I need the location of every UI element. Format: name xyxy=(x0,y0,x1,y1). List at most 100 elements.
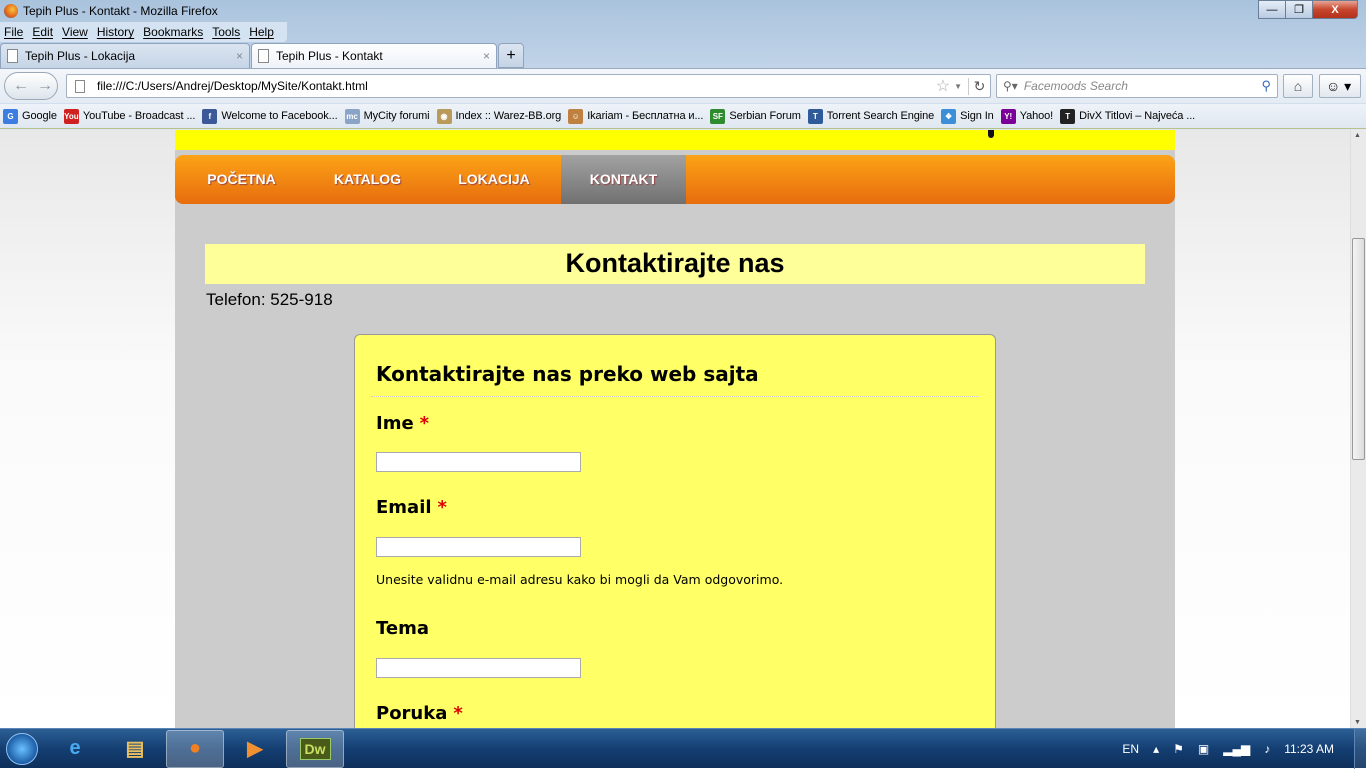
page-viewport: POČETNA KATALOG LOKACIJA KONTAKT Kontakt… xyxy=(0,130,1350,728)
vertical-scrollbar[interactable]: ▲ ▼ xyxy=(1350,130,1366,728)
search-input[interactable]: Facemoods Search xyxy=(1024,79,1262,93)
ikariam-icon: ☺ xyxy=(568,108,584,124)
internet-explorer-icon[interactable]: e xyxy=(46,730,104,768)
new-tab-button[interactable]: + xyxy=(498,43,524,68)
bookmark-item[interactable]: You YouTube - Broadcast ... xyxy=(63,108,196,124)
title-bar: Tepih Plus - Kontakt - Mozilla Firefox —… xyxy=(0,0,1366,22)
bookmark-label: Torrent Search Engine xyxy=(826,110,935,122)
maximize-button[interactable]: ❐ xyxy=(1285,0,1312,19)
tab-label: Tepih Plus - Lokacija xyxy=(25,49,136,63)
bookmark-label: Serbian Forum xyxy=(729,110,801,122)
bookmark-item[interactable]: ☺ Ikariam - Бесплатна и... xyxy=(568,108,704,124)
bookmark-label: Sign In xyxy=(960,110,994,122)
nav-kontakt[interactable]: KONTAKT xyxy=(561,155,686,204)
menu-history[interactable]: History xyxy=(97,25,134,39)
bookmark-item[interactable]: T Torrent Search Engine xyxy=(807,108,935,124)
bookmark-star-icon[interactable]: ☆ xyxy=(936,76,950,96)
tab-kontakt[interactable]: Tepih Plus - Kontakt × xyxy=(251,43,497,68)
minimize-button[interactable]: — xyxy=(1258,0,1285,19)
tab-close-icon[interactable]: × xyxy=(236,49,243,63)
bookmark-item[interactable]: SF Serbian Forum xyxy=(710,108,801,124)
firefox-taskbar-icon[interactable]: ● xyxy=(166,729,224,768)
bookmark-item[interactable]: T DivX Titlovi – Najveća ... xyxy=(1060,108,1195,124)
subject-label: Tema xyxy=(376,618,429,639)
close-button[interactable]: X xyxy=(1312,0,1358,19)
site-banner xyxy=(175,130,1175,150)
menu-bookmarks[interactable]: Bookmarks xyxy=(143,25,203,39)
network-icon[interactable]: ▂▄▆ xyxy=(1223,742,1250,756)
email-field[interactable] xyxy=(376,537,581,557)
back-arrow-icon[interactable]: ← xyxy=(13,77,29,95)
windows-explorer-icon[interactable]: ▤ xyxy=(106,730,164,768)
bookmark-item[interactable]: f Welcome to Facebook... xyxy=(202,108,338,124)
scroll-up-icon[interactable]: ▲ xyxy=(1354,132,1361,139)
yahoo-icon: Y! xyxy=(1000,108,1016,124)
menu-view[interactable]: View xyxy=(62,25,88,39)
media-player-icon[interactable]: ▶ xyxy=(226,730,284,768)
banner-graphic xyxy=(988,130,994,138)
language-indicator[interactable]: EN xyxy=(1122,742,1139,756)
torrentz-icon: T xyxy=(807,108,823,124)
bookmark-item[interactable]: ◉ Index :: Warez-BB.org xyxy=(436,108,561,124)
menu-help[interactable]: Help xyxy=(249,25,274,39)
power-icon[interactable]: ▣ xyxy=(1198,742,1209,756)
nav-katalog[interactable]: KATALOG xyxy=(308,155,427,204)
navigation-toolbar: ← → file:///C:/Users/Andrej/Desktop/MySi… xyxy=(0,68,1366,103)
search-icon[interactable]: ⚲ xyxy=(1261,78,1271,94)
tab-lokacija[interactable]: Tepih Plus - Lokacija × xyxy=(0,43,250,68)
bookmark-label: Welcome to Facebook... xyxy=(221,110,338,122)
forward-arrow-icon[interactable]: → xyxy=(37,77,53,95)
mycity-icon: mc xyxy=(344,108,360,124)
divx-icon: T xyxy=(1060,108,1076,124)
tab-close-icon[interactable]: × xyxy=(483,49,490,63)
bookmark-item[interactable]: mc MyCity forumi xyxy=(344,108,430,124)
url-bar[interactable]: file:///C:/Users/Andrej/Desktop/MySite/K… xyxy=(66,74,991,98)
site-nav: POČETNA KATALOG LOKACIJA KONTAKT xyxy=(175,155,1175,204)
back-forward-buttons[interactable]: ← → xyxy=(4,72,58,100)
bookmark-item[interactable]: ❖ Sign In xyxy=(941,108,994,124)
browser-chrome: Tepih Plus - Kontakt - Mozilla Firefox —… xyxy=(0,0,1366,130)
menu-edit[interactable]: Edit xyxy=(32,25,53,39)
bookmarks-toolbar: G Google You YouTube - Broadcast ... f Welcom… xyxy=(0,104,1366,129)
nav-lokacija[interactable]: LOKACIJA xyxy=(427,155,561,204)
google-icon: G xyxy=(3,108,18,124)
site-content: POČETNA KATALOG LOKACIJA KONTAKT Kontakt… xyxy=(175,130,1175,728)
home-button[interactable]: ⌂ xyxy=(1283,74,1313,98)
warez-icon: ◉ xyxy=(436,108,452,124)
form-title: Kontaktirajte nas preko web sajta xyxy=(376,362,759,386)
page-icon xyxy=(7,49,18,63)
facemoods-button[interactable]: ☺ ▾ xyxy=(1319,74,1361,98)
bookmark-label: Google xyxy=(22,110,57,122)
youtube-icon: You xyxy=(63,108,79,124)
reload-icon[interactable]: ↻ xyxy=(968,77,990,95)
contact-form: Kontaktirajte nas preko web sajta Ime * E… xyxy=(354,334,996,728)
bookmark-label: Ikariam - Бесплатна и... xyxy=(587,110,704,122)
volume-icon[interactable]: ♪ xyxy=(1264,742,1270,756)
url-text[interactable]: file:///C:/Users/Andrej/Desktop/MySite/K… xyxy=(97,79,936,93)
bookmark-item[interactable]: G Google xyxy=(3,108,57,124)
action-center-icon[interactable]: ⚑ xyxy=(1173,742,1184,756)
tab-strip: Tepih Plus - Lokacija × Tepih Plus - Kon… xyxy=(0,43,524,68)
nav-pocetna[interactable]: POČETNA xyxy=(175,155,308,204)
search-engine-icon[interactable]: ⚲▾ xyxy=(1003,79,1018,93)
facebook-icon: f xyxy=(202,108,218,124)
clock[interactable]: 11:23 AM xyxy=(1284,742,1334,757)
menu-tools[interactable]: Tools xyxy=(212,25,240,39)
scroll-down-icon[interactable]: ▼ xyxy=(1354,719,1361,726)
scrollbar-thumb[interactable] xyxy=(1352,238,1365,460)
search-box[interactable]: ⚲▾ Facemoods Search ⚲ xyxy=(996,74,1278,98)
subject-field[interactable] xyxy=(376,658,581,678)
email-label: Email * xyxy=(376,497,447,518)
message-label: Poruka * xyxy=(376,703,463,724)
bookmark-label: YouTube - Broadcast ... xyxy=(82,110,196,122)
start-button[interactable] xyxy=(0,729,44,769)
dropdown-arrow-icon[interactable]: ▼ xyxy=(954,82,962,91)
bookmark-item[interactable]: Y! Yahoo! xyxy=(1000,108,1053,124)
name-label: Ime * xyxy=(376,413,430,434)
menu-file[interactable]: File xyxy=(4,25,23,39)
name-field[interactable] xyxy=(376,452,581,472)
page-icon xyxy=(75,79,85,93)
show-hidden-icons[interactable]: ▴ xyxy=(1153,742,1159,756)
show-desktop-button[interactable] xyxy=(1354,729,1366,769)
dreamweaver-icon[interactable]: Dw xyxy=(286,729,344,768)
